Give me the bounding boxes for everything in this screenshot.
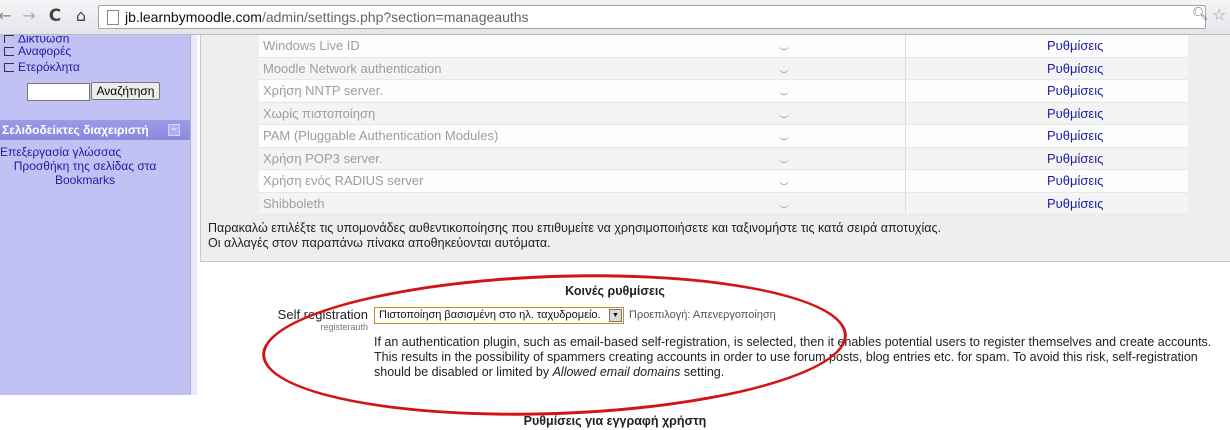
sidebar-search-button[interactable]: Αναζήτηση bbox=[91, 82, 160, 100]
sidebar-divider bbox=[190, 35, 197, 395]
reload-icon[interactable]: C bbox=[44, 4, 66, 28]
page-icon bbox=[107, 10, 119, 25]
settings-link[interactable]: Ρυθμίσεις bbox=[1047, 196, 1103, 211]
order-cell bbox=[905, 35, 1047, 58]
eye-closed-icon[interactable] bbox=[779, 112, 789, 118]
auth-plugin-row: Χρήση NNTP server. Ρυθμίσεις bbox=[259, 79, 1188, 103]
eye-closed-icon[interactable] bbox=[779, 202, 789, 208]
enable-toggle[interactable] bbox=[663, 147, 906, 170]
auth-plugins-table: Windows Live ID Ρυθμίσεις Moodle Network a… bbox=[259, 35, 1188, 215]
auth-plugin-name: Χρήση POP3 server. bbox=[259, 147, 663, 170]
enable-toggle[interactable] bbox=[663, 79, 906, 103]
settings-link[interactable]: Ρυθμίσεις bbox=[1047, 61, 1103, 76]
user-signup-section-title: Ρυθμίσεις για εγγραφή χρήστη bbox=[523, 414, 707, 428]
auth-plugin-name: Χρήση ενός RADIUS server bbox=[259, 169, 663, 193]
home-icon[interactable]: ⌂ bbox=[70, 4, 92, 28]
auth-plugin-row: Χρήση POP3 server. Ρυθμίσεις bbox=[259, 147, 1188, 170]
eye-closed-icon[interactable] bbox=[779, 67, 789, 73]
eye-closed-icon[interactable] bbox=[779, 134, 789, 141]
settings-link[interactable]: Ρυθμίσεις bbox=[1047, 151, 1103, 166]
common-settings-title: Κοινές ρυθμίσεις bbox=[565, 284, 665, 298]
self-registration-label: Self registration bbox=[277, 307, 368, 322]
order-cell bbox=[905, 57, 1047, 80]
settings-link[interactable]: Ρυθμίσεις bbox=[1047, 128, 1103, 143]
auth-plugin-row: Shibboleth Ρυθμίσεις bbox=[259, 192, 1188, 215]
browser-toolbar: ← → C ⌂ jb.learnbymoodle.com/admin/setti… bbox=[0, 0, 1230, 35]
bookmark-star-icon[interactable]: ☆ bbox=[1212, 5, 1226, 24]
collapse-icon[interactable]: − bbox=[168, 124, 180, 136]
auth-plugin-name: Χωρίς πιστοποίηση bbox=[259, 102, 663, 125]
self-registration-select[interactable]: Πιστοποίηση βασισμένη στο ηλ. ταχυδρομεί… bbox=[374, 307, 624, 324]
edit-language-link[interactable]: Επεξεργασία γλώσσας bbox=[0, 145, 190, 159]
order-cell bbox=[905, 102, 1047, 125]
note-line-2: Οι αλλαγές στον παραπάνω πίνακα αποθηκεύ… bbox=[208, 236, 551, 250]
enable-toggle[interactable] bbox=[663, 192, 906, 215]
self-registration-description: If an authentication plugin, such as ema… bbox=[374, 335, 1212, 379]
auth-plugin-row: Moodle Network authentication Ρυθμίσεις bbox=[259, 57, 1188, 80]
order-cell bbox=[905, 147, 1047, 170]
auth-plugin-row: Windows Live ID Ρυθμίσεις bbox=[259, 35, 1188, 58]
admin-bookmarks-body: Επεξεργασία γλώσσας Προσθήκη της σελίδας… bbox=[0, 145, 190, 187]
enable-toggle[interactable] bbox=[663, 102, 906, 125]
folder-icon bbox=[4, 47, 14, 57]
auth-plugin-name: Shibboleth bbox=[259, 192, 663, 215]
settings-cell: Ρυθμίσεις bbox=[1047, 124, 1188, 148]
eye-closed-icon[interactable] bbox=[779, 89, 789, 96]
settings-link[interactable]: Ρυθμίσεις bbox=[1047, 38, 1103, 53]
order-cell bbox=[905, 124, 1047, 148]
settings-cell: Ρυθμίσεις bbox=[1047, 192, 1188, 215]
settings-cell: Ρυθμίσεις bbox=[1047, 35, 1188, 58]
settings-link[interactable]: Ρυθμίσεις bbox=[1047, 173, 1103, 188]
sidebar-search-input[interactable] bbox=[27, 83, 90, 101]
default-value-text: Προεπιλογή: Απενεργοποίηση bbox=[629, 309, 776, 321]
auth-panel-note: Παρακαλώ επιλέξτε τις υπομονάδες αυθεντι… bbox=[208, 221, 941, 251]
enable-toggle[interactable] bbox=[663, 57, 906, 80]
sidebar-link-misc[interactable]: Ετερόκλητα bbox=[4, 60, 80, 74]
eye-closed-icon[interactable] bbox=[779, 157, 789, 163]
order-cell bbox=[905, 192, 1047, 215]
zoom-icon[interactable]: 🔍︎ bbox=[1192, 7, 1209, 22]
settings-link[interactable]: Ρυθμίσεις bbox=[1047, 83, 1103, 98]
back-arrow-icon[interactable]: ← bbox=[0, 4, 16, 28]
eye-closed-icon[interactable] bbox=[779, 44, 789, 51]
block-title: Σελιδοδείκτες διαχειριστή bbox=[2, 123, 149, 137]
add-bookmark-link-line2[interactable]: Bookmarks bbox=[0, 173, 190, 187]
auth-plugin-name: PAM (Pluggable Authentication Modules) bbox=[259, 124, 663, 148]
folder-icon bbox=[4, 63, 14, 73]
settings-cell: Ρυθμίσεις bbox=[1047, 102, 1188, 125]
auth-plugin-row: PAM (Pluggable Authentication Modules) Ρυ… bbox=[259, 124, 1188, 148]
add-bookmark-link-line1[interactable]: Προσθήκη της σελίδας στα bbox=[0, 159, 190, 173]
auth-plugin-name: Moodle Network authentication bbox=[259, 57, 663, 80]
settings-cell: Ρυθμίσεις bbox=[1047, 79, 1188, 103]
settings-cell: Ρυθμίσεις bbox=[1047, 57, 1188, 80]
order-cell bbox=[905, 79, 1047, 103]
settings-link[interactable]: Ρυθμίσεις bbox=[1047, 106, 1103, 121]
sidebar-link-networking[interactable]: Δίκτυωση bbox=[4, 35, 69, 43]
eye-closed-icon[interactable] bbox=[779, 179, 789, 186]
select-value: Πιστοποίηση βασισμένη στο ηλ. ταχυδρομεί… bbox=[379, 309, 601, 321]
settings-cell: Ρυθμίσεις bbox=[1047, 147, 1188, 170]
folder-icon bbox=[4, 35, 14, 43]
auth-plugin-name: Χρήση NNTP server. bbox=[259, 79, 663, 103]
dropdown-arrow-icon[interactable]: ▼ bbox=[609, 309, 622, 322]
forward-arrow-icon[interactable]: → bbox=[18, 4, 40, 28]
admin-bookmarks-header: Σελιδοδείκτες διαχειριστή − bbox=[0, 120, 190, 140]
enable-toggle[interactable] bbox=[663, 169, 906, 193]
auth-plugin-row: Χωρίς πιστοποίηση Ρυθμίσεις bbox=[259, 102, 1188, 125]
enable-toggle[interactable] bbox=[663, 35, 906, 58]
enable-toggle[interactable] bbox=[663, 124, 906, 148]
url-text: jb.learnbymoodle.com/admin/settings.php?… bbox=[125, 9, 529, 25]
address-bar[interactable]: jb.learnbymoodle.com/admin/settings.php?… bbox=[98, 5, 1206, 29]
settings-cell: Ρυθμίσεις bbox=[1047, 169, 1188, 193]
order-cell bbox=[905, 169, 1047, 193]
auth-plugins-panel: Windows Live ID Ρυθμίσεις Moodle Network a… bbox=[200, 35, 1230, 262]
sidebar-link-reports[interactable]: Αναφορές bbox=[4, 44, 71, 58]
self-registration-sublabel: registerauth bbox=[320, 322, 368, 332]
auth-plugin-name: Windows Live ID bbox=[259, 35, 663, 58]
note-line-1: Παρακαλώ επιλέξτε τις υπομονάδες αυθεντι… bbox=[208, 221, 941, 235]
auth-plugin-row: Χρήση ενός RADIUS server Ρυθμίσεις bbox=[259, 169, 1188, 193]
